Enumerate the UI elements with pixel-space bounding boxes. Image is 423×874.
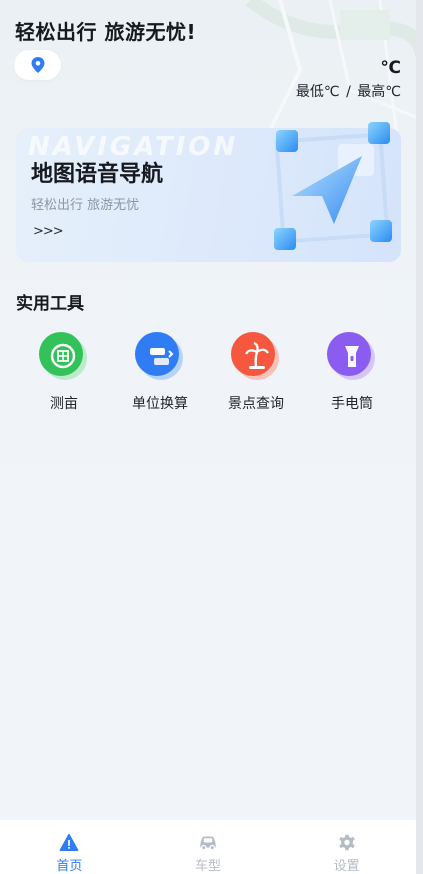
tab-label: 首页 <box>56 859 83 874</box>
unit-convert-icon <box>133 330 187 384</box>
location-button[interactable] <box>14 50 61 80</box>
navigation-arrow-icon <box>274 122 392 250</box>
tools-grid: 测亩 单位换算 景点查询 手电筒 <box>0 330 423 420</box>
card-subtitle: 轻松出行 旅游无忧 <box>31 198 140 213</box>
tab-label: 车型 <box>195 859 222 874</box>
temp-max: 最高℃ <box>357 84 401 100</box>
tool-label: 测亩 <box>50 396 78 412</box>
current-temperature: ℃ <box>380 58 401 78</box>
card-more-arrow[interactable]: >>> <box>33 224 64 239</box>
temperature-range: 最低℃ / 最高℃ <box>296 81 401 101</box>
tab-car-models[interactable]: 车型 <box>139 820 278 874</box>
tool-label: 单位换算 <box>132 396 188 412</box>
tool-scenic-spot[interactable]: 景点查询 <box>216 330 296 413</box>
gear-icon <box>338 834 355 851</box>
flashlight-icon <box>325 330 379 384</box>
tool-flashlight[interactable]: 手电筒 <box>312 330 392 413</box>
tool-label: 手电筒 <box>331 396 373 412</box>
bottom-tab-bar: 首页 车型 设置 <box>0 820 416 874</box>
tool-unit-convert[interactable]: 单位换算 <box>120 330 200 413</box>
temp-min: 最低℃ <box>295 84 340 100</box>
card-title: 地图语音导航 <box>31 162 164 187</box>
page-headline: 轻松出行 旅游无忧! <box>15 20 197 44</box>
field-measure-icon <box>37 330 91 384</box>
home-alert-icon <box>59 834 79 851</box>
tools-section-title: 实用工具 <box>16 294 84 314</box>
location-pin-icon <box>31 57 44 73</box>
voice-navigation-card[interactable]: NAVIGATION 地图语音导航 轻松出行 旅游无忧 >>> <box>16 122 401 262</box>
tool-label: 景点查询 <box>228 396 284 412</box>
scrollbar-track <box>416 0 423 874</box>
tab-settings[interactable]: 设置 <box>277 820 416 874</box>
tab-label: 设置 <box>333 859 360 874</box>
tool-field-measure[interactable]: 测亩 <box>24 330 104 413</box>
temp-separator: / <box>346 84 351 100</box>
car-icon <box>200 836 216 851</box>
tab-home[interactable]: 首页 <box>0 820 139 874</box>
palm-tree-icon <box>229 330 283 384</box>
